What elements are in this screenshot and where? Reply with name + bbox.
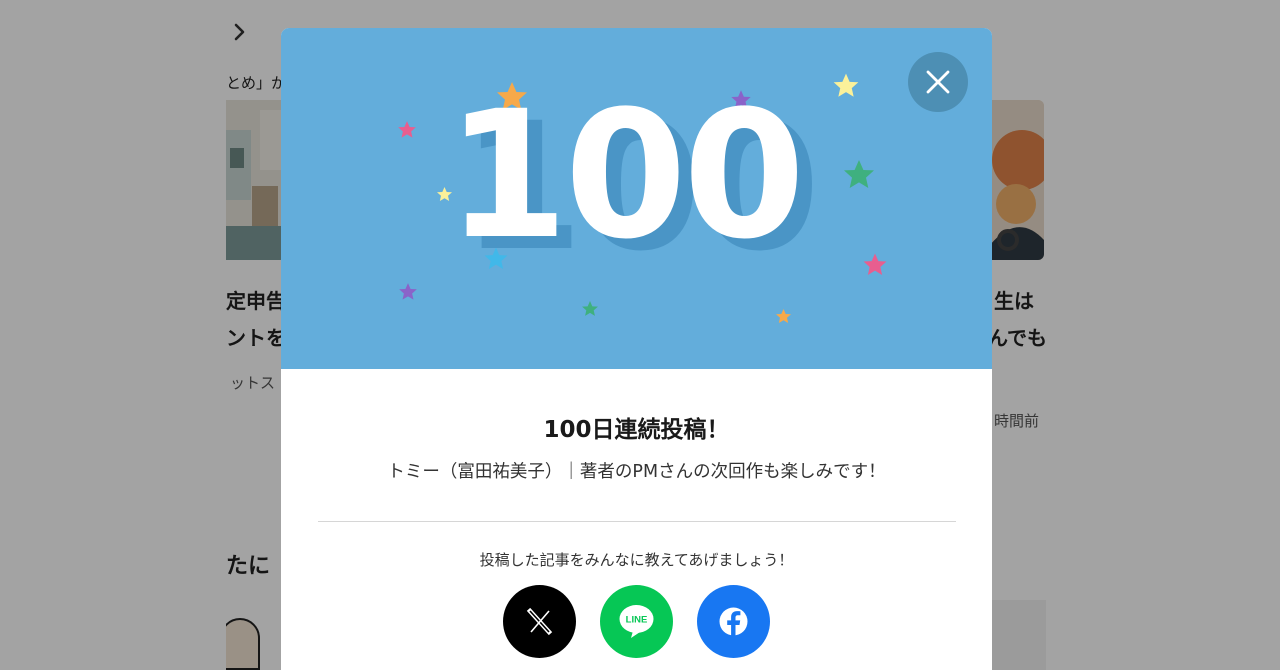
star-icon xyxy=(844,160,874,188)
milestone-hero: 100 100 xyxy=(281,28,992,369)
facebook-logo-icon xyxy=(719,607,748,636)
star-icon xyxy=(833,73,859,97)
page: とめ」か 定申告 ントを ットス たに 生は んでも 時間前 100 100 1… xyxy=(0,0,1280,670)
close-icon xyxy=(926,70,950,94)
star-icon xyxy=(399,283,417,300)
line-logo-icon: LINE xyxy=(619,605,654,638)
share-prompt: 投稿した記事をみんなに教えてあげましょう！ xyxy=(479,551,794,569)
star-icon xyxy=(776,309,791,323)
close-button[interactable] xyxy=(908,52,968,112)
share-x-button[interactable] xyxy=(503,585,576,658)
milestone-modal: 100 100 100日連続投稿！ トミー（富田祐美子）｜著者のPMさんの次回作… xyxy=(281,28,992,670)
star-icon xyxy=(863,253,887,275)
star-icon xyxy=(398,121,416,138)
milestone-number: 100 xyxy=(446,73,805,278)
modal-subtitle: トミー（富田祐美子）｜著者のPMさんの次回作も楽しみです！ xyxy=(387,462,886,482)
x-logo-icon xyxy=(526,607,553,636)
star-icon xyxy=(582,301,598,316)
divider xyxy=(318,521,956,522)
line-logo-text: LINE xyxy=(626,615,648,626)
share-line-button[interactable]: LINE xyxy=(600,585,673,658)
share-facebook-button[interactable] xyxy=(697,585,770,658)
modal-title: 100日連続投稿！ xyxy=(543,417,730,443)
